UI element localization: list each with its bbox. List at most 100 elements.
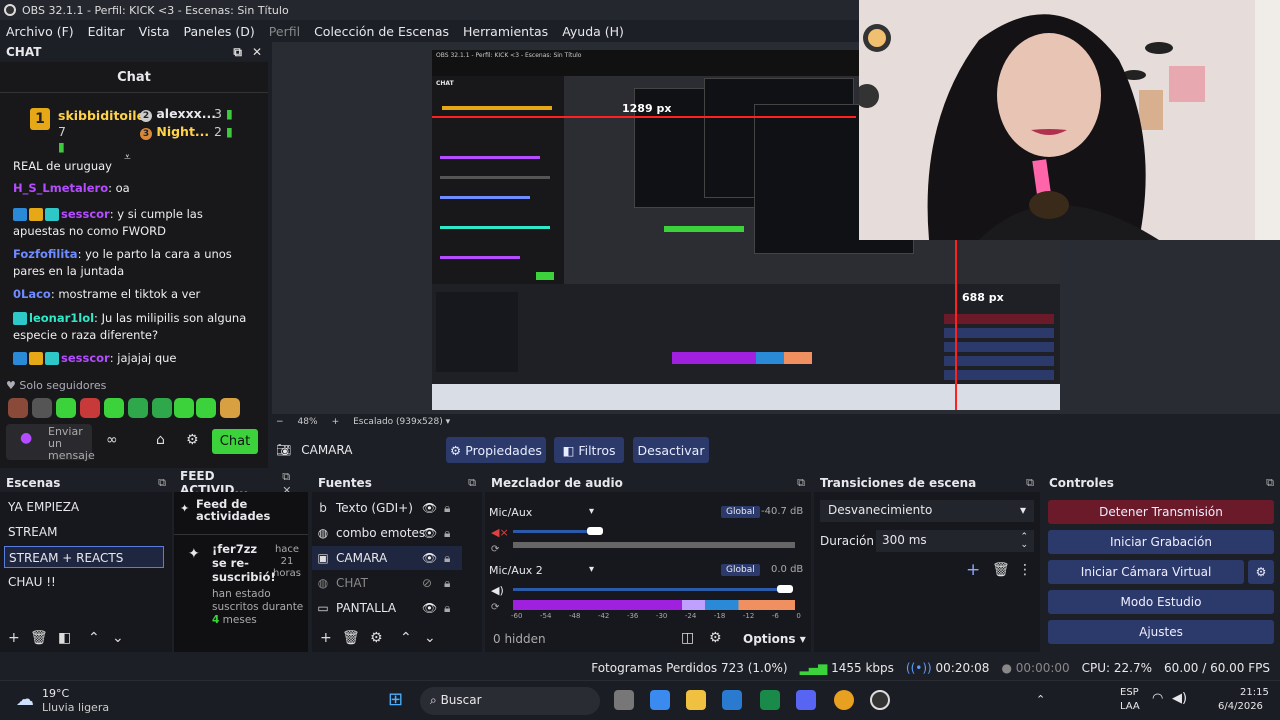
scene-item[interactable]: YA EMPIEZA xyxy=(4,496,164,518)
add-icon[interactable]: + xyxy=(320,630,332,646)
float-icon[interactable]: ⧉ xyxy=(158,476,166,490)
clock-time[interactable]: 21:15 xyxy=(1240,687,1269,698)
menu-perfil[interactable]: Perfil xyxy=(269,24,300,39)
wifi-icon[interactable]: ◠ xyxy=(1152,691,1163,706)
file-explorer-icon[interactable] xyxy=(686,690,706,710)
settings-button[interactable]: Ajustes xyxy=(1048,620,1274,644)
emote-picker-icon[interactable]: ∞ xyxy=(106,432,118,448)
speaker-muted-icon[interactable]: ◀× xyxy=(491,526,509,539)
menu-coleccion[interactable]: Colección de Escenas xyxy=(314,24,449,39)
properties-button[interactable]: ⚙ Propiedades xyxy=(446,437,546,463)
menu-paneles[interactable]: Paneles (D) xyxy=(184,24,255,39)
zoom-level[interactable]: 48% xyxy=(298,417,318,427)
eye-icon[interactable]: 👁︎ xyxy=(422,601,437,615)
float-icon[interactable]: ⧉ xyxy=(797,476,805,490)
top-gifter-3[interactable]: 3 Night... 2 ▮ xyxy=(140,124,260,140)
language-2[interactable]: LAA xyxy=(1120,701,1140,712)
obs-icon[interactable] xyxy=(870,690,890,710)
top-gifter-2[interactable]: 2 alexxx... 3 ▮ xyxy=(140,106,260,122)
gear-icon[interactable]: ⚙ xyxy=(370,630,383,646)
down-icon[interactable]: ⌄ xyxy=(112,630,124,646)
close-icon[interactable]: ✕ xyxy=(252,45,262,60)
mic-icon[interactable]: ● xyxy=(20,431,32,445)
float-icon[interactable]: ⧉ xyxy=(1266,476,1274,490)
emote[interactable] xyxy=(152,398,172,418)
volume-slider-handle[interactable] xyxy=(587,527,603,535)
add-icon[interactable]: + xyxy=(8,630,20,646)
emote[interactable] xyxy=(128,398,148,418)
link-icon[interactable]: ⟳ xyxy=(491,602,499,613)
chrome-icon[interactable] xyxy=(834,690,854,710)
clock-date[interactable]: 6/4/2026 xyxy=(1218,701,1263,712)
emote[interactable] xyxy=(80,398,100,418)
eye-icon[interactable]: 👁︎ xyxy=(422,551,437,565)
source-item[interactable]: ◍ combo emotes 👁︎ 🔒︎ xyxy=(312,521,462,545)
scale-dropdown[interactable]: Escalado (939x528) ▾ xyxy=(353,417,450,427)
source-item[interactable]: ▭ PANTALLA 👁︎ 🔒︎ xyxy=(312,596,462,620)
more-icon[interactable]: ⋮ xyxy=(1018,562,1032,578)
menu-vista[interactable]: Vista xyxy=(139,24,170,39)
chevron-down-icon[interactable]: ▾ xyxy=(589,506,594,517)
store-icon[interactable] xyxy=(722,690,742,710)
trash-icon[interactable]: 🗑︎ xyxy=(30,630,48,646)
eye-hidden-icon[interactable]: ⊘ xyxy=(422,576,432,590)
advanced-audio-icon[interactable]: ⚙ xyxy=(709,630,722,646)
channel-mode[interactable]: Global xyxy=(721,564,760,576)
layout-icon[interactable]: ◫ xyxy=(681,630,694,646)
menu-archivo[interactable]: Archivo (F) xyxy=(6,24,74,39)
float-icon[interactable]: ⧉ xyxy=(1026,476,1034,490)
trash-icon[interactable]: 🗑︎ xyxy=(342,630,360,646)
zoom-out-icon[interactable]: − xyxy=(276,417,284,427)
windows-start-icon[interactable]: ⊞ xyxy=(388,689,403,710)
emote[interactable] xyxy=(104,398,124,418)
gear-icon[interactable]: ⚙ xyxy=(186,432,199,448)
copilot-icon[interactable] xyxy=(650,690,670,710)
float-icon[interactable]: ⧉ xyxy=(468,476,476,490)
down-icon[interactable]: ⌄ xyxy=(424,630,436,646)
menu-herramientas[interactable]: Herramientas xyxy=(463,24,548,39)
language-1[interactable]: ESP xyxy=(1120,687,1139,698)
top-gifter-1[interactable]: 1 skibbiditoilet 7 ▮ xyxy=(30,108,151,154)
lock-icon[interactable]: 🔒︎ xyxy=(444,576,450,591)
emote[interactable] xyxy=(196,398,216,418)
up-icon[interactable]: ⌃ xyxy=(400,630,412,646)
lock-icon[interactable]: 🔒︎ xyxy=(444,501,450,516)
excel-icon[interactable] xyxy=(760,690,780,710)
source-item[interactable]: ◍ CHAT ⊘ 🔒︎ xyxy=(312,571,462,595)
store-icon[interactable]: ⌂ xyxy=(156,432,165,448)
up-icon[interactable]: ⌃ xyxy=(88,630,100,646)
deactivate-button[interactable]: Desactivar xyxy=(633,437,709,463)
taskbar-search[interactable]: ⌕ Buscar xyxy=(420,687,600,715)
gear-icon[interactable]: ⚙ xyxy=(1248,560,1274,584)
emote[interactable] xyxy=(220,398,240,418)
duration-input[interactable]: 300 ms ⌃ ⌄ xyxy=(876,530,1034,552)
filters-button[interactable]: ◧ Filtros xyxy=(554,437,624,463)
float-icon[interactable]: ⧉ xyxy=(233,45,242,60)
trash-icon[interactable]: 🗑︎ xyxy=(992,562,1010,578)
taskview-icon[interactable] xyxy=(614,690,634,710)
menu-ayuda[interactable]: Ayuda (H) xyxy=(562,24,624,39)
emote[interactable] xyxy=(174,398,194,418)
transition-select[interactable]: Desvanecimiento ▾ xyxy=(820,500,1034,522)
source-item[interactable]: b Texto (GDI+) 👁︎ 🔒︎ xyxy=(312,496,462,520)
chevron-up-icon[interactable]: ⌃ xyxy=(1036,693,1045,706)
volume-slider-handle[interactable] xyxy=(777,585,793,593)
chat-input[interactable]: ● Enviar un mensaje xyxy=(6,424,95,462)
lock-icon[interactable]: 🔒︎ xyxy=(444,551,450,566)
add-icon[interactable]: + xyxy=(966,560,980,580)
chevron-down-icon[interactable]: ▾ xyxy=(589,564,594,575)
weather-icon[interactable]: ☁ xyxy=(16,689,34,710)
spinner-icon[interactable]: ⌃ ⌄ xyxy=(1020,533,1028,550)
studio-mode-button[interactable]: Modo Estudio xyxy=(1048,590,1274,614)
menu-editar[interactable]: Editar xyxy=(88,24,125,39)
volume-icon[interactable]: ◀) xyxy=(1172,691,1187,706)
float-icon[interactable]: ⧉ xyxy=(282,470,290,483)
lock-icon[interactable]: 🔒︎ xyxy=(444,601,450,616)
scene-item[interactable]: STREAM xyxy=(4,521,164,543)
start-virtual-camera-button[interactable]: Iniciar Cámara Virtual xyxy=(1048,560,1244,584)
scene-item[interactable]: CHAU !! xyxy=(4,571,164,593)
zoom-in-icon[interactable]: + xyxy=(332,417,340,427)
emote[interactable] xyxy=(8,398,28,418)
chat-send-button[interactable]: Chat xyxy=(212,429,258,454)
channel-mode[interactable]: Global xyxy=(721,506,760,518)
